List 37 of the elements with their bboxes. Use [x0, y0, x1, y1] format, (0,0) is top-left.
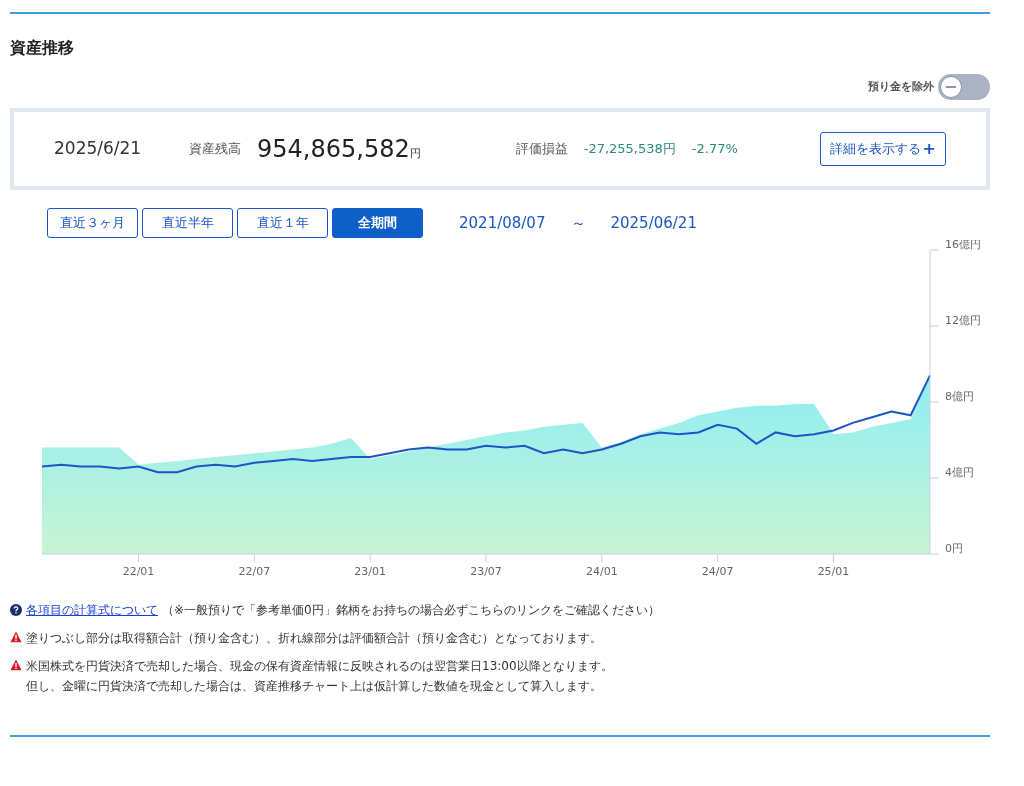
x-tick-label: 22/07 — [238, 565, 271, 578]
x-tick-label: 24/07 — [701, 565, 734, 578]
period-start: 2021/08/07 — [459, 212, 546, 234]
help-icon — [10, 604, 22, 616]
note-text: 但し、金曜に円貨決済で売却した場合は、資産推移チャート上は仮計算した数値を現金として算入します。 — [26, 678, 603, 695]
summary-date: 2025/6/21 — [54, 137, 143, 161]
y-tick-label: 12億円 — [945, 314, 981, 327]
y-tick-label: 0円 — [945, 542, 963, 555]
note-text: （※一般預りで「参考単価0円」銘柄をお持ちの場合必ずこちらのリンクをご確認ください） — [162, 602, 660, 619]
pl-label: 評価損益 — [515, 140, 568, 159]
toggle-label: 預り金を除外 — [868, 78, 934, 95]
pl-amount: -27,255,538円 — [583, 140, 676, 159]
warning-icon — [10, 659, 22, 671]
y-tick-label: 8億円 — [945, 390, 974, 403]
section-title: 資産推移 — [10, 37, 75, 59]
x-tick-label: 23/07 — [470, 565, 502, 578]
x-tick-label: 24/01 — [585, 565, 618, 578]
range-tab[interactable]: 全期間 — [332, 208, 423, 238]
balance-label: 資産残高 — [189, 140, 241, 159]
period-separator: ～ — [571, 212, 587, 234]
range-tab[interactable]: 直近半年 — [142, 208, 233, 238]
note-text: 米国株式を円貨決済で売却した場合、現金の保有資産情報に反映されるのは翌営業日13:00以降となります。 — [26, 658, 613, 675]
balance-amount: 954,865,582 — [257, 134, 410, 165]
toggle-switch[interactable] — [938, 74, 990, 100]
pl-percent: -2.77% — [691, 140, 738, 159]
formula-link[interactable]: 各項目の計算式について — [26, 601, 158, 619]
note-text: 塗りつぶし部分は取得額合計（預り金含む）、折れ線部分は評価額合計（預り金含む）となっております。 — [26, 630, 602, 647]
warning-icon — [10, 631, 22, 643]
range-tab[interactable]: 直近１年 — [237, 208, 328, 238]
balance-unit: 円 — [409, 146, 421, 162]
x-tick-label: 25/01 — [817, 565, 850, 578]
x-tick-label: 22/01 — [122, 565, 155, 578]
period-end: 2025/06/21 — [610, 212, 697, 234]
y-tick-label: 4億円 — [945, 466, 974, 479]
range-tab[interactable]: 直近３ヶ月 — [47, 208, 138, 238]
detail-button[interactable]: 詳細を表示する+ — [819, 132, 946, 166]
x-tick-label: 23/01 — [354, 565, 387, 578]
